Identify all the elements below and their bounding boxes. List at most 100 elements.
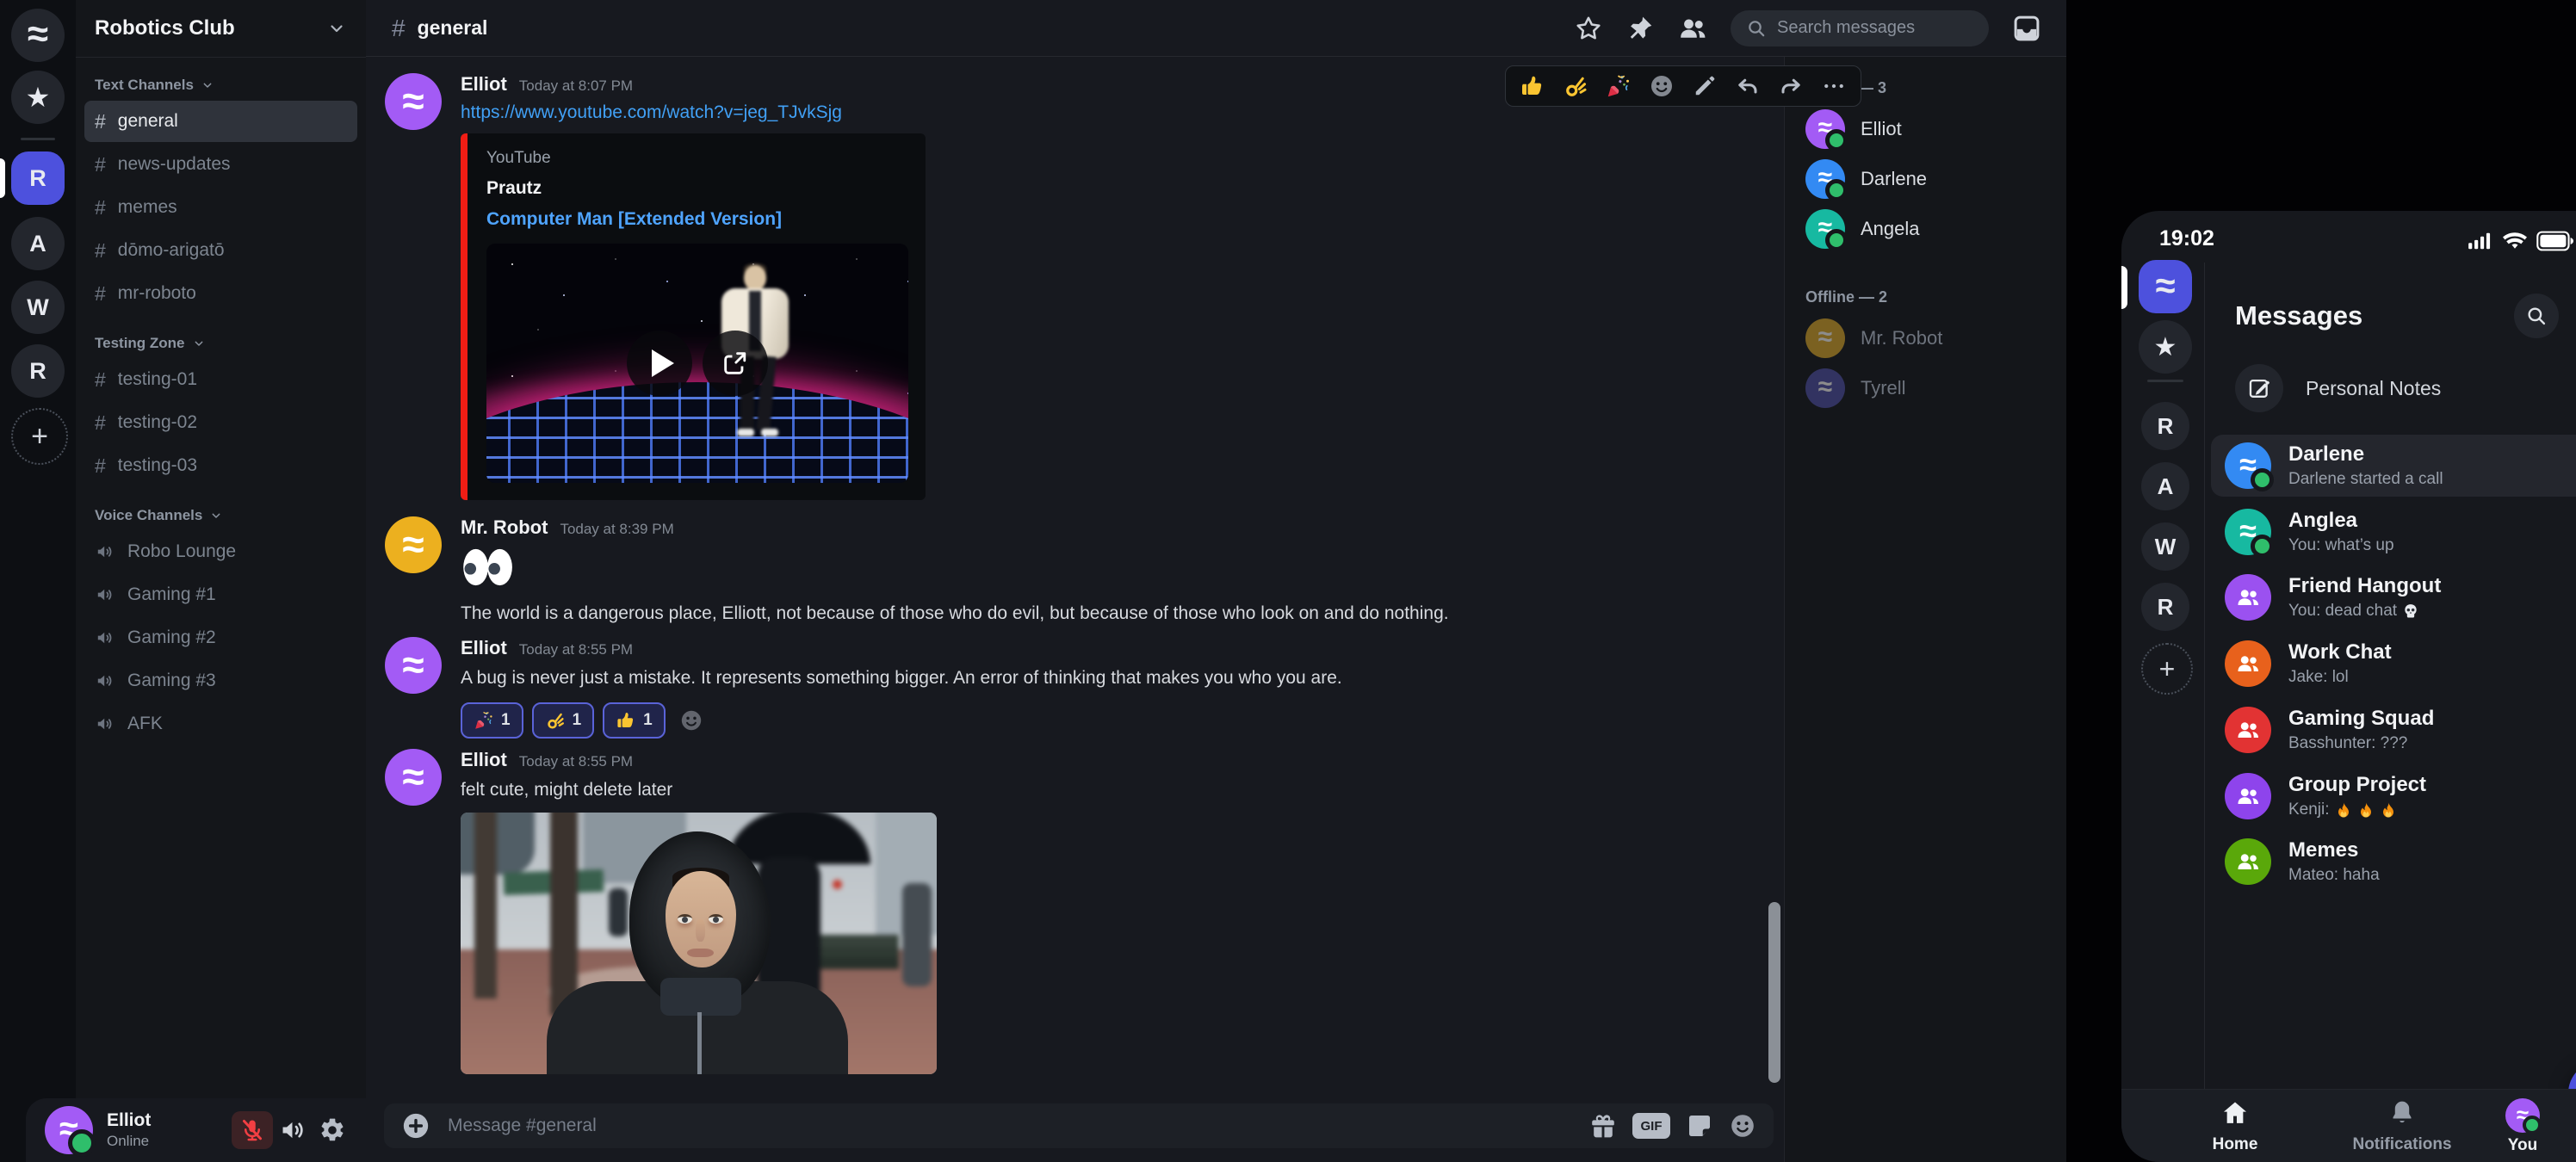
chat-row-friend-hangout[interactable]: Friend Hangout You: dead chat 2w	[2211, 566, 2576, 628]
chat-name: Darlene	[2288, 442, 2572, 467]
add-server-button[interactable]: +	[11, 408, 68, 465]
reply-button[interactable]	[1735, 73, 1761, 99]
app-home-button[interactable]	[2139, 260, 2192, 313]
add-server-button[interactable]: +	[2141, 643, 2193, 695]
nav-label: You	[2462, 1136, 2576, 1155]
reaction-party-popper[interactable]: 1	[461, 702, 523, 739]
avatar-mr-robot[interactable]	[385, 516, 442, 573]
settings-button[interactable]	[313, 1111, 352, 1149]
channel-memes[interactable]: #memes	[84, 187, 357, 228]
chat-row-memes[interactable]: Memes Mateo: haha 5w	[2211, 831, 2576, 893]
nav-home[interactable]: Home	[2175, 1098, 2295, 1154]
section-text-channels[interactable]: Text Channels	[76, 58, 366, 99]
server-w[interactable]: W	[11, 281, 65, 334]
voice-channel-robo-lounge[interactable]: Robo Lounge	[84, 531, 357, 572]
chat-row-darlene[interactable]: Darlene Darlene started a call 1d	[2211, 435, 2576, 497]
group-icon	[2235, 584, 2261, 610]
member-mr-robot[interactable]: Mr. Robot	[1805, 313, 2066, 363]
avatar-elliot[interactable]	[385, 73, 442, 130]
party-popper-emoji-button[interactable]	[1606, 73, 1632, 99]
chat-row-text: Memes Mateo: haha	[2288, 838, 2569, 885]
attach-button[interactable]	[401, 1111, 430, 1140]
server-header[interactable]: Robotics Club	[76, 0, 366, 58]
member-tyrell[interactable]: Tyrell	[1805, 363, 2066, 413]
channel-testing-01[interactable]: #testing-01	[84, 359, 357, 400]
message-header: Elliot Today at 8:07 PM	[461, 73, 926, 96]
server-r[interactable]: R	[2141, 402, 2189, 450]
channel-general[interactable]: #general	[84, 101, 357, 142]
author-name[interactable]: Mr. Robot	[461, 516, 548, 539]
gif-button[interactable]: GIF	[1632, 1113, 1670, 1139]
youtube-link[interactable]: https://www.youtube.com/watch?v=jeg_TJvk…	[461, 102, 926, 123]
embed-channel[interactable]: Prautz	[486, 178, 907, 199]
pin-icon[interactable]	[1625, 14, 1655, 43]
gift-button[interactable]	[1589, 1112, 1617, 1140]
favorites-button[interactable]: ★	[2139, 320, 2192, 374]
message-body: Elliot Today at 8:55 PM A bug is never j…	[461, 637, 1342, 739]
channel-domo-arigato[interactable]: #dōmo-arigatō	[84, 230, 357, 271]
search-input[interactable]	[1775, 17, 1968, 39]
server-w[interactable]: W	[2141, 522, 2189, 571]
thumbs-up-emoji-button[interactable]	[1520, 73, 1545, 99]
member-angela[interactable]: Angela	[1805, 204, 2066, 254]
voice-channel-gaming-3[interactable]: Gaming #3	[84, 660, 357, 702]
favorites-button[interactable]: ★	[11, 71, 65, 124]
reaction-ok-hand[interactable]: 1	[532, 702, 595, 739]
message-hover-toolbar	[1505, 65, 1861, 107]
server-r2[interactable]: R	[2141, 583, 2189, 631]
channel-testing-02[interactable]: #testing-02	[84, 402, 357, 443]
voice-channel-afk[interactable]: AFK	[84, 703, 357, 745]
server-r2[interactable]: R	[11, 344, 65, 398]
members-icon[interactable]	[1677, 13, 1708, 44]
chat-scrollbar[interactable]	[1768, 902, 1780, 1083]
inbox-icon[interactable]	[2011, 13, 2042, 44]
attachment-photo[interactable]	[461, 813, 937, 1074]
sticker-button[interactable]	[1686, 1112, 1713, 1140]
open-external-button[interactable]	[703, 331, 768, 396]
member-darlene[interactable]: Darlene	[1805, 154, 2066, 204]
chat-row-work-chat[interactable]: Work Chat Jake: lol 2w	[2211, 633, 2576, 695]
author-name[interactable]: Elliot	[461, 637, 507, 659]
server-robotics-club[interactable]: R	[11, 151, 65, 205]
preview-text: You: what’s up	[2288, 536, 2394, 555]
author-name[interactable]: Elliot	[461, 749, 507, 771]
message-text: A bug is never just a mistake. It repres…	[461, 666, 1342, 690]
channel-mr-roboto[interactable]: #mr-roboto	[84, 273, 357, 314]
personal-notes-row[interactable]: Personal Notes	[2235, 364, 2441, 412]
deafen-button[interactable]	[273, 1111, 313, 1149]
add-reaction-button[interactable]	[679, 708, 703, 732]
ok-hand-emoji-button[interactable]	[1563, 73, 1588, 99]
author-name[interactable]: Elliot	[461, 73, 507, 96]
star-outline-icon[interactable]	[1574, 14, 1603, 43]
chat-row-group-project[interactable]: Group Project Kenji: 4w	[2211, 765, 2576, 827]
reaction-thumbs-up[interactable]: 1	[603, 702, 666, 739]
member-elliot[interactable]: Elliot	[1805, 104, 2066, 154]
server-a[interactable]: A	[2141, 462, 2189, 510]
message-input[interactable]	[446, 1115, 1574, 1137]
search-button[interactable]	[2514, 294, 2559, 338]
server-a[interactable]: A	[11, 217, 65, 270]
nav-you[interactable]: You	[2462, 1098, 2576, 1155]
play-button[interactable]	[627, 331, 692, 396]
avatar-elliot[interactable]	[385, 637, 442, 694]
mic-muted-button[interactable]	[232, 1111, 273, 1149]
section-testing-zone[interactable]: Testing Zone	[76, 316, 366, 357]
section-voice-channels[interactable]: Voice Channels	[76, 488, 366, 529]
more-button[interactable]	[1821, 73, 1847, 99]
voice-channel-gaming-2[interactable]: Gaming #2	[84, 617, 357, 658]
chat-row-anglea[interactable]: Anglea You: what’s up 3d	[2211, 501, 2576, 563]
chat-row-gaming-squad[interactable]: Gaming Squad Basshunter: ??? 4w	[2211, 699, 2576, 761]
app-home-button[interactable]	[11, 9, 65, 62]
embed-title[interactable]: Computer Man [Extended Version]	[486, 209, 907, 230]
avatar-elliot[interactable]	[385, 749, 442, 806]
edit-button[interactable]	[1692, 73, 1718, 99]
search-box[interactable]	[1731, 10, 1989, 46]
forward-button[interactable]	[1778, 73, 1804, 99]
emoji-button[interactable]	[1729, 1112, 1756, 1140]
channel-news-updates[interactable]: #news-updates	[84, 144, 357, 185]
channel-testing-03[interactable]: #testing-03	[84, 445, 357, 486]
nav-notifications[interactable]: Notifications	[2342, 1098, 2462, 1154]
add-reaction-button[interactable]	[1649, 73, 1675, 99]
avatar[interactable]	[45, 1106, 93, 1154]
voice-channel-gaming-1[interactable]: Gaming #1	[84, 574, 357, 615]
